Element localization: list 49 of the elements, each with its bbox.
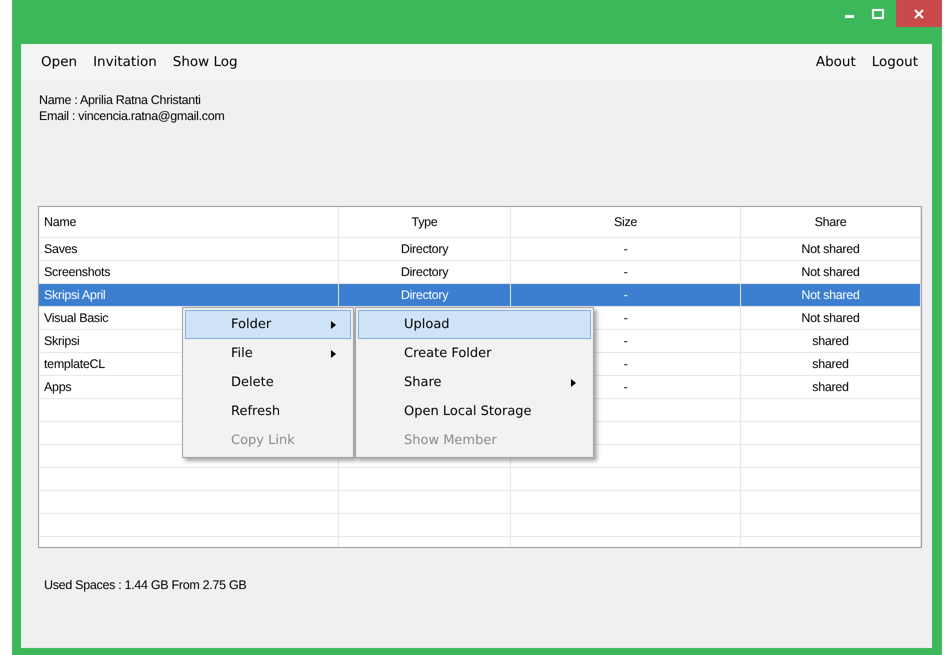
name-cell: Saves (44, 242, 78, 256)
context-menu-item[interactable]: Create Folder (358, 339, 591, 368)
context-menu-item[interactable]: Open Local Storage (358, 397, 591, 426)
context-menu-item[interactable]: Delete (185, 368, 351, 397)
name-cell: Apps (44, 380, 72, 394)
name-cell: Skripsi April (44, 288, 106, 302)
size-cell: - (624, 265, 628, 279)
column-header[interactable]: Name (39, 207, 339, 237)
type-cell: Directory (400, 288, 448, 302)
size-cell: - (624, 334, 628, 348)
name-cell: Visual Basic (44, 311, 108, 325)
share-cell: Not shared (801, 288, 860, 302)
context-menu-item[interactable]: Upload (358, 310, 591, 339)
close-icon (914, 8, 924, 18)
share-cell: Not shared (801, 242, 860, 256)
context-menu-item[interactable]: Share (358, 368, 591, 397)
column-header[interactable]: Size (511, 207, 741, 237)
menu-item[interactable]: Show Log (164, 54, 246, 70)
user-email: Email : vincencia.ratna@gmail.com (39, 108, 226, 124)
table-row[interactable]: Skripsi April Directory - Not shared (39, 284, 921, 307)
menu-item[interactable]: Open (33, 54, 86, 70)
column-header[interactable]: Share (741, 207, 921, 237)
table-row[interactable]: Saves Directory - Not shared (39, 238, 921, 261)
size-cell: - (624, 357, 628, 371)
used-space-label: Used Spaces : 1.44 GB From 2.75 GB (44, 578, 248, 592)
size-cell: - (624, 242, 628, 256)
size-cell: - (624, 288, 628, 302)
maximize-icon (872, 9, 884, 19)
size-cell: - (624, 311, 628, 325)
column-header[interactable]: Type (339, 207, 511, 237)
menu-item[interactable]: Invitation (85, 54, 165, 70)
type-cell: Directory (400, 265, 448, 279)
type-cell: Directory (400, 242, 448, 256)
user-name: Name : Aprilia Ratna Christanti (39, 92, 202, 108)
share-cell: Not shared (801, 265, 860, 279)
share-cell: shared (812, 380, 849, 394)
share-cell: shared (812, 334, 849, 348)
context-menu-item[interactable]: File (185, 339, 351, 368)
context-menu-item[interactable]: Folder (185, 310, 351, 339)
share-cell: Not shared (801, 311, 860, 325)
share-cell: shared (812, 357, 849, 371)
menu-item[interactable]: About (808, 54, 864, 70)
name-cell: Screenshots (44, 265, 110, 279)
size-cell: - (624, 380, 628, 394)
close-button[interactable] (896, 0, 942, 27)
menu-item[interactable]: Logout (864, 54, 926, 70)
name-cell: Skripsi (44, 334, 80, 348)
name-cell: templateCL (44, 357, 105, 371)
context-menu-item[interactable]: Refresh (185, 397, 351, 426)
